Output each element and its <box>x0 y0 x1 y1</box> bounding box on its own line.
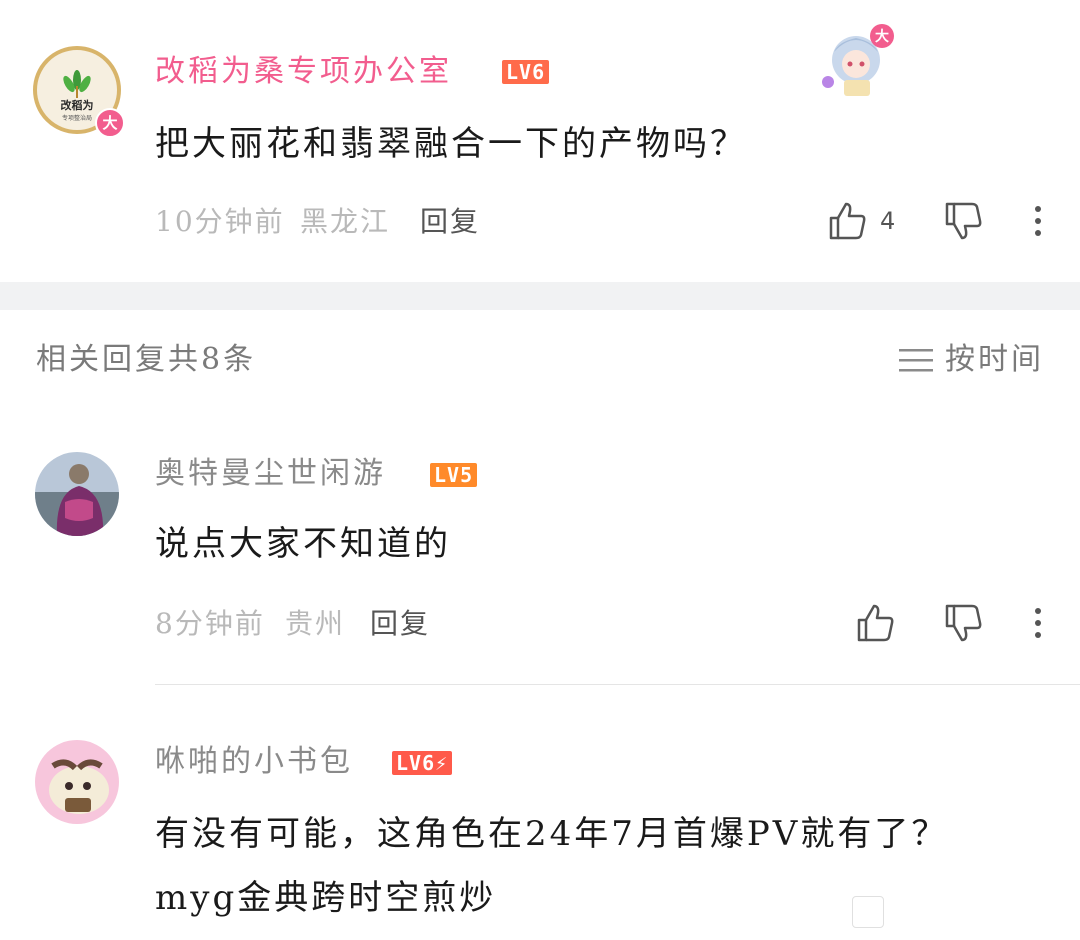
sort-toggle-button[interactable]: 按时间 <box>899 340 1044 380</box>
row-divider <box>155 684 1080 685</box>
sort-lines-icon <box>899 349 933 372</box>
level-badge: LV6⚡ <box>392 751 453 775</box>
sort-label: 按时间 <box>945 342 1044 377</box>
like-count: 4 <box>880 207 896 235</box>
decoration-character-icon: 大 <box>822 24 894 96</box>
avatar[interactable]: 改稻为 专项整治局 大 <box>33 46 125 138</box>
comment-thread-page: 改稻为 专项整治局 大 改稻为桑专项办公室 LV6 大 把大丽花和翡翠融合一下的… <box>0 0 1080 940</box>
thumbs-down-icon[interactable] <box>942 200 984 242</box>
comment-location: 贵州 <box>285 607 346 640</box>
section-divider <box>0 282 1080 310</box>
more-vertical-icon[interactable] <box>1032 202 1044 244</box>
replies-header: 相关回复共8条 按时间 <box>0 310 1080 410</box>
username[interactable]: 咻啪的小书包 <box>155 742 353 782</box>
level-badge: LV5 <box>430 463 478 487</box>
more-vertical-icon[interactable] <box>1032 604 1044 646</box>
main-comment: 改稻为 专项整治局 大 改稻为桑专项办公室 LV6 大 把大丽花和翡翠融合一下的… <box>0 0 1080 282</box>
big-member-badge: 大 <box>95 108 125 138</box>
thumbs-up-icon[interactable] <box>854 602 896 644</box>
comment-text: 说点大家不知道的 <box>155 524 451 564</box>
comment-location: 黑龙江 <box>300 205 391 238</box>
wheat-logo-icon <box>63 70 91 98</box>
avatar-goat-icon <box>35 740 119 824</box>
avatar[interactable] <box>35 740 119 824</box>
comment-text: 把大丽花和翡翠融合一下的产物吗？ <box>155 124 747 164</box>
thumbs-up-icon[interactable] <box>826 200 868 242</box>
reply-button[interactable]: 回复 <box>370 606 430 642</box>
comment-time: 10分钟前 <box>155 205 285 238</box>
username[interactable]: 奥特曼尘世闲游 <box>155 454 386 494</box>
image-placeholder-icon <box>852 896 884 928</box>
replies-count-label: 相关回复共8条 <box>36 342 257 377</box>
avatar-photo-icon <box>35 452 119 536</box>
avatar[interactable] <box>35 452 119 536</box>
reply-button[interactable]: 回复 <box>420 204 480 240</box>
comment-text-line-1: 有没有可能，这角色在24年7月首爆PV就有了？ <box>155 814 949 854</box>
decoration-badge-text: 大 <box>875 28 889 45</box>
username[interactable]: 改稻为桑专项办公室 <box>155 52 452 92</box>
level-badge: LV6 <box>502 60 550 84</box>
thumbs-down-icon[interactable] <box>942 602 984 644</box>
comment-text-line-2: myg金典跨时空煎炒 <box>155 878 497 918</box>
comment-time: 8分钟前 <box>155 607 265 640</box>
